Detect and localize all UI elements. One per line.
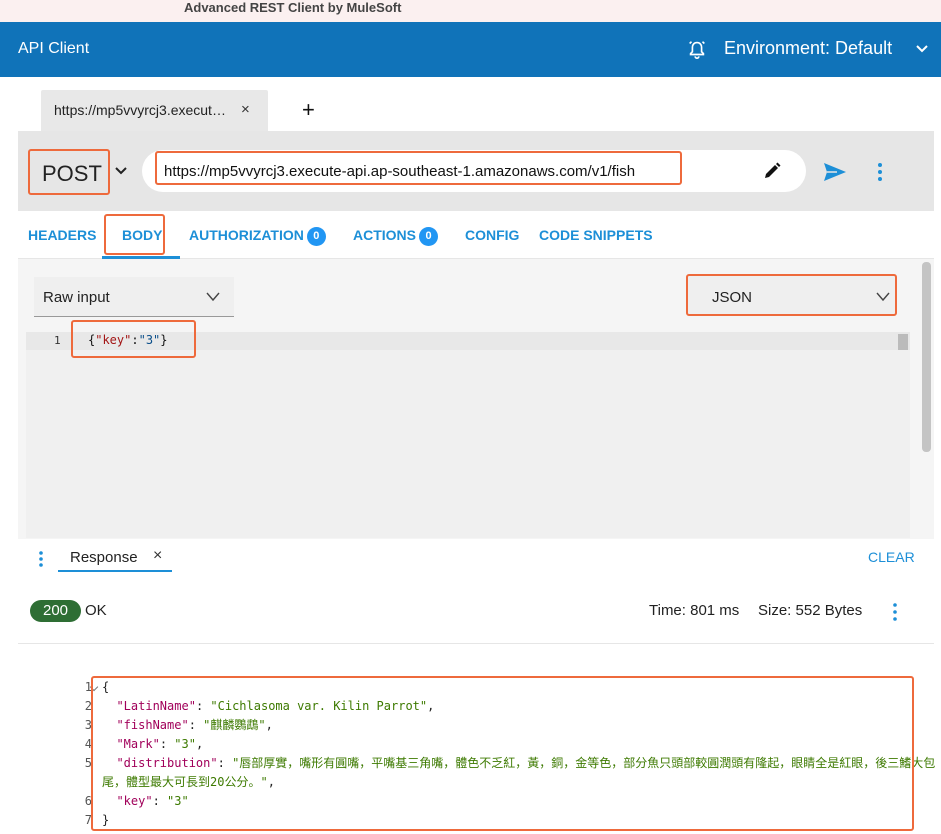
app-title: API Client xyxy=(18,40,90,57)
close-response-icon[interactable]: × xyxy=(153,547,162,565)
more-vert-icon[interactable] xyxy=(892,602,898,622)
line-number: 2 xyxy=(84,699,92,713)
close-tab-icon[interactable]: × xyxy=(241,101,250,118)
chevron-down-icon xyxy=(876,292,890,302)
request-tab[interactable]: https://mp5vvyrcj3.execut… × xyxy=(41,90,268,131)
line-number: 3 xyxy=(84,718,92,732)
content-type-select[interactable]: JSON xyxy=(686,274,897,316)
more-vert-icon[interactable] xyxy=(38,550,44,568)
body-code-highlight xyxy=(71,320,196,358)
response-size: Size: 552 Bytes xyxy=(758,602,863,619)
url-text[interactable]: https://mp5vvyrcj3.execute-api.ap-southe… xyxy=(164,163,635,180)
tab-code-snippets[interactable]: CODE SNIPPETS xyxy=(539,227,653,243)
input-type-select[interactable]: Raw input xyxy=(34,277,234,317)
response-tab-underline xyxy=(58,570,172,572)
response-tab[interactable]: Response xyxy=(70,549,138,566)
line-number: 1 xyxy=(54,334,61,347)
response-time: Time: 801 ms xyxy=(649,602,740,619)
line-number: 4 xyxy=(84,737,92,751)
tab-headers[interactable]: HEADERS xyxy=(28,227,96,243)
tab-actions-label: ACTIONS xyxy=(353,227,416,243)
clear-button[interactable]: CLEAR xyxy=(868,549,915,565)
request-bar: POST https://mp5vvyrcj3.execute-api.ap-s… xyxy=(18,131,934,211)
response-body[interactable]: 1 2 3 4 5 6 7 { "LatinName": "Cichlasoma… xyxy=(18,644,935,834)
tab-body[interactable]: BODY xyxy=(122,227,162,243)
line-number: 6 xyxy=(84,794,92,808)
chevron-down-icon[interactable] xyxy=(914,41,930,57)
response-line-numbers: 1 2 3 4 5 6 7 xyxy=(62,678,92,830)
editor-scrollbar[interactable] xyxy=(898,334,908,350)
tab-config[interactable]: CONFIG xyxy=(465,227,519,243)
pencil-icon[interactable] xyxy=(762,161,782,181)
tab-authorization[interactable]: AUTHORIZATION 0 xyxy=(189,227,326,246)
response-header: Response × CLEAR xyxy=(18,539,934,577)
page-scrollbar[interactable] xyxy=(922,262,931,452)
line-number: 7 xyxy=(84,813,92,827)
environment-selector[interactable]: Environment: Default xyxy=(724,38,892,59)
actions-count-badge: 0 xyxy=(419,227,438,246)
chevron-down-icon xyxy=(206,292,220,302)
add-tab-button[interactable]: + xyxy=(302,99,315,121)
method-label: POST xyxy=(42,161,102,186)
response-status-row: 200 OK Time: 801 ms Size: 552 Bytes xyxy=(18,578,934,644)
status-text: OK xyxy=(85,602,107,619)
input-type-value: Raw input xyxy=(43,289,110,306)
content-type-value: JSON xyxy=(712,289,753,306)
window-title: Advanced REST Client by MuleSoft xyxy=(184,0,402,15)
tab-actions[interactable]: ACTIONS 0 xyxy=(353,227,438,246)
request-editor-tabs: HEADERS BODY AUTHORIZATION 0 ACTIONS 0 CON… xyxy=(18,211,934,259)
tab-authorization-label: AUTHORIZATION xyxy=(189,227,304,243)
chevron-down-icon[interactable] xyxy=(114,164,128,178)
more-vert-icon[interactable] xyxy=(876,161,884,183)
window-titlebar: Advanced REST Client by MuleSoft xyxy=(0,0,941,22)
line-number: 1 xyxy=(84,680,92,694)
status-badge: 200 xyxy=(30,600,81,622)
app-bar: API Client Environment: Default xyxy=(0,22,941,77)
authorization-count-badge: 0 xyxy=(306,227,326,246)
line-number: 5 xyxy=(84,756,92,770)
request-tab-label: https://mp5vvyrcj3.execut… xyxy=(54,102,226,118)
body-code-editor[interactable] xyxy=(26,332,910,538)
request-tab-strip: https://mp5vvyrcj3.execut… × + xyxy=(0,77,941,131)
send-icon[interactable] xyxy=(823,162,847,182)
response-highlight xyxy=(91,676,914,831)
alarm-bell-icon[interactable] xyxy=(686,38,708,60)
method-selector[interactable]: POST xyxy=(28,149,110,195)
